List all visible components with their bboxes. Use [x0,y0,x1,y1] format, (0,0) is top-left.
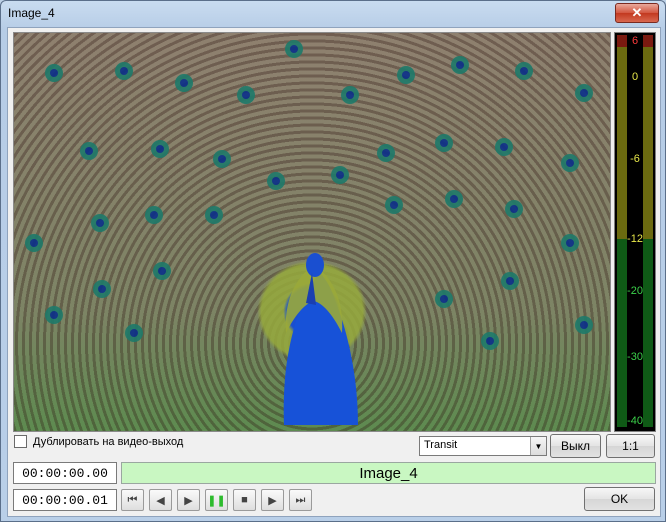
image-preview [13,32,611,432]
meter-tick: -40 [627,415,643,427]
peacock-image [25,40,593,425]
close-button[interactable]: ✕ [615,3,659,23]
transition-select[interactable]: Transit ▼ [419,436,547,456]
close-icon: ✕ [631,5,643,20]
skip-end-icon: ⏭ [295,493,306,506]
prev-frame-icon: ◀ [156,494,165,507]
stop-button[interactable]: ■ [233,489,256,511]
meter-tick: -12 [627,233,643,245]
clip-name-bar: Image_4 [121,462,656,484]
client-area: 6 0 -6 -12 -20 -30 -40 Дублировать на ви… [7,27,661,517]
meter-tick: -30 [627,351,643,363]
skip-to-end-button[interactable]: ⏭ [289,489,312,511]
stop-icon: ■ [241,494,248,506]
window-title: Image_4 [8,6,55,20]
transport-controls: ⏮ ◀ ▶ ❚❚ ■ ▶ ⏭ [121,489,312,511]
off-button[interactable]: Выкл [550,434,601,458]
transition-value: Transit [424,439,458,451]
next-frame-icon: ▶ [268,494,277,507]
prev-frame-button[interactable]: ◀ [149,489,172,511]
chevron-down-icon[interactable]: ▼ [530,437,546,455]
meter-tick: 0 [631,71,639,83]
meter-tick: 6 [631,35,639,47]
audio-level-meter: 6 0 -6 -12 -20 -30 -40 [614,32,656,432]
title-bar: Image_4 ✕ [1,1,665,27]
image-window: Image_4 ✕ 6 0 -6 -12 -20 -30 -40 Дублиро… [0,0,666,522]
next-frame-button[interactable]: ▶ [261,489,284,511]
meter-tick: -20 [627,285,643,297]
play-button[interactable]: ▶ [177,489,200,511]
duplicate-to-video-out[interactable]: Дублировать на видео-выход [14,435,183,448]
meter-right-channel [643,35,653,427]
ratio-button[interactable]: 1:1 [606,434,655,458]
ok-button[interactable]: OK [584,487,655,511]
current-timecode[interactable]: 00:00:00.00 [13,462,117,484]
skip-to-start-button[interactable]: ⏮ [121,489,144,511]
duration-timecode[interactable]: 00:00:00.01 [13,489,117,511]
play-icon: ▶ [184,494,193,507]
skip-start-icon: ⏮ [127,493,138,506]
duplicate-label: Дублировать на видео-выход [33,435,184,448]
pause-icon: ❚❚ [207,494,226,507]
meter-tick: -6 [630,153,640,165]
meter-left-channel [617,35,627,427]
duplicate-checkbox[interactable] [14,435,27,448]
pause-button[interactable]: ❚❚ [205,489,228,511]
